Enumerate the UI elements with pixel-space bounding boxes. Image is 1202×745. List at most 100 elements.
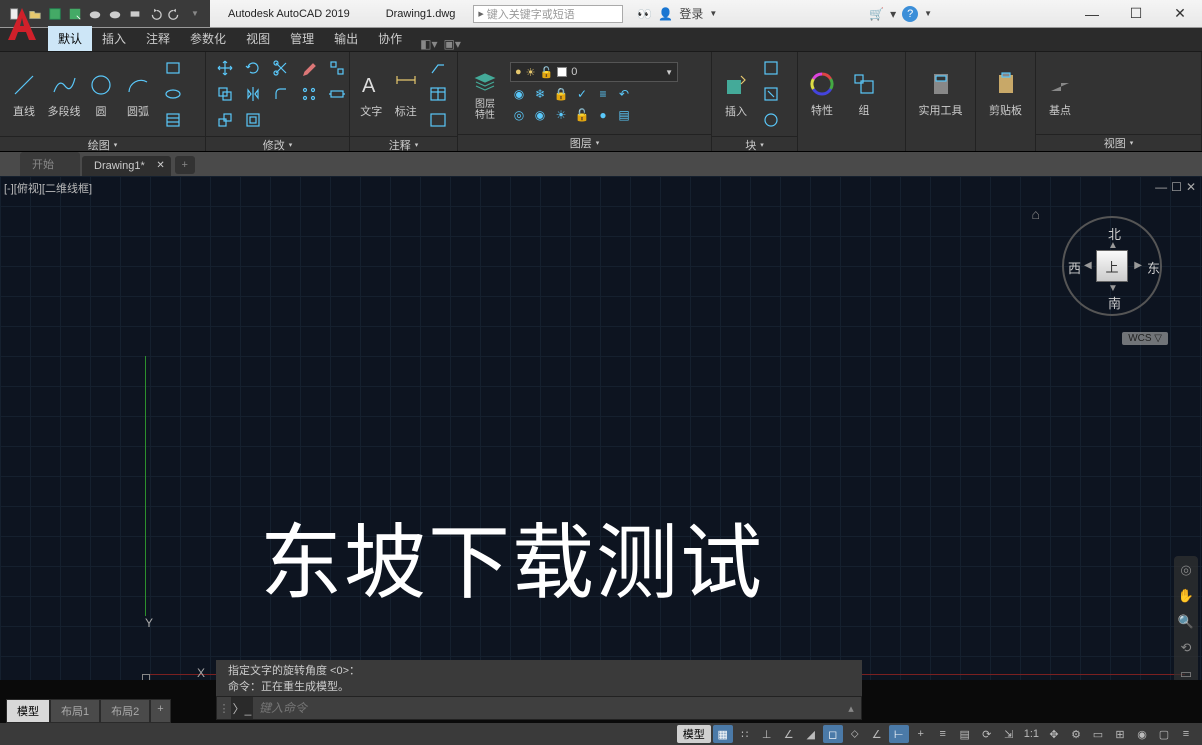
ellipse-icon[interactable] <box>160 82 186 106</box>
offset-icon[interactable] <box>240 108 266 132</box>
status-annoscale-icon[interactable]: ⇲ <box>999 725 1019 743</box>
ribbon-tab-collab[interactable]: 协作 <box>368 26 412 51</box>
fillet-icon[interactable] <box>268 82 294 106</box>
panel-annotate-title[interactable]: 注释 <box>350 136 457 153</box>
insert-block-button[interactable]: 插入 <box>718 57 754 131</box>
trim-icon[interactable] <box>268 56 294 80</box>
close-tab-icon[interactable]: ✕ <box>156 160 164 171</box>
tab-add-layout[interactable]: + <box>150 699 170 723</box>
nav-orbit-icon[interactable]: ⟲ <box>1176 638 1196 658</box>
nav-zoom-icon[interactable]: 🔍 <box>1176 612 1196 632</box>
rectangle-icon[interactable] <box>160 56 186 80</box>
command-input[interactable] <box>253 701 841 715</box>
status-polar-icon[interactable]: ∠ <box>779 725 799 743</box>
file-tab-drawing1[interactable]: Drawing1*✕ <box>82 156 171 176</box>
vp-close-icon[interactable]: ✕ <box>1186 180 1196 194</box>
layer-isolate-icon[interactable]: ◎ <box>510 106 528 124</box>
qat-saveas-icon[interactable] <box>66 5 84 23</box>
layer-props-button[interactable]: 图层 特性 <box>464 56 506 130</box>
viewport-label[interactable]: [-][俯视][二维线框] <box>4 180 92 196</box>
arc-button[interactable]: 圆弧 <box>120 57 156 131</box>
layer-match-icon[interactable]: ≡ <box>594 85 612 103</box>
status-cycling-icon[interactable]: ⟳ <box>977 725 997 743</box>
layer-unlock-icon[interactable]: 🔓 <box>573 106 591 124</box>
status-transparency-icon[interactable]: ▤ <box>955 725 975 743</box>
layer-make-current-icon[interactable]: ✓ <box>573 85 591 103</box>
layer-lock-icon[interactable]: 🔒 <box>552 85 570 103</box>
create-block-icon[interactable] <box>758 56 784 80</box>
login-button[interactable]: 登录 <box>679 5 703 22</box>
cmd-drag-handle[interactable]: ⋮ <box>217 702 231 715</box>
nav-wheel-icon[interactable]: ◎ <box>1176 560 1196 580</box>
binoculars-icon[interactable]: 👀 <box>637 7 652 21</box>
properties-button[interactable]: 特性 <box>804 56 840 130</box>
user-icon[interactable]: 👤 <box>658 7 673 21</box>
explode-icon[interactable] <box>324 56 350 80</box>
panel-view-title[interactable]: 视图 <box>1036 134 1201 151</box>
vp-minimize-icon[interactable]: — <box>1155 180 1167 194</box>
qat-save-icon[interactable] <box>46 5 64 23</box>
status-model-button[interactable]: 模型 <box>677 725 711 743</box>
panel-layers-title[interactable]: 图层 <box>458 134 711 151</box>
table-icon[interactable] <box>425 82 451 106</box>
file-tab-start[interactable]: 开始 <box>20 152 80 176</box>
attribute-icon[interactable] <box>758 108 784 132</box>
tab-model[interactable]: 模型 <box>6 699 50 723</box>
qat-plot-icon[interactable] <box>126 5 144 23</box>
drawing-canvas[interactable]: [-][俯视][二维线框] Y X 东坡下载测试 — ☐ ✕ ⌂ 上 北 南 东… <box>0 176 1202 680</box>
status-ortho-icon[interactable]: ⊥ <box>757 725 777 743</box>
stretch-icon[interactable] <box>324 82 350 106</box>
minimize-button[interactable]: — <box>1070 0 1114 27</box>
qat-dropdown-icon[interactable]: ▼ <box>186 5 204 23</box>
cloud-icon[interactable] <box>425 108 451 132</box>
scale-icon[interactable] <box>212 108 238 132</box>
ribbon-tab-output[interactable]: 输出 <box>324 26 368 51</box>
app-store-icon[interactable]: ▾ <box>890 7 896 21</box>
wcs-label[interactable]: WCS ▽ <box>1122 332 1168 345</box>
status-isodraft-icon[interactable]: ◢ <box>801 725 821 743</box>
layer-previous-icon[interactable]: ↶ <box>615 85 633 103</box>
cmd-prompt-icon[interactable]: 〉_ <box>231 697 253 719</box>
layer-thaw-icon[interactable]: ☀ <box>552 106 570 124</box>
status-dynucs-icon[interactable]: ⊢ <box>889 725 909 743</box>
qat-cloud-save-icon[interactable] <box>106 5 124 23</box>
status-snap-icon[interactable]: ∷ <box>735 725 755 743</box>
circle-button[interactable]: 圆 <box>86 57 116 131</box>
panel-draw-title[interactable]: 绘图 <box>0 136 205 153</box>
status-annotation-icon[interactable]: ✥ <box>1044 725 1064 743</box>
layer-on-icon[interactable]: ● <box>594 106 612 124</box>
hatch-icon[interactable] <box>160 108 186 132</box>
polyline-button[interactable]: 多段线 <box>46 57 82 131</box>
rotate-icon[interactable] <box>240 56 266 80</box>
dim-button[interactable]: 标注 <box>391 57 422 131</box>
clipboard-button[interactable]: 剪贴板 <box>982 56 1029 130</box>
viewcube-face-top[interactable]: 上 <box>1096 250 1128 282</box>
status-lineweight-icon[interactable]: ≡ <box>933 725 953 743</box>
qat-undo-icon[interactable] <box>146 5 164 23</box>
ribbon-tab-parametric[interactable]: 参数化 <box>180 26 236 51</box>
canvas-text-object[interactable]: 东坡下载测试 <box>260 496 764 615</box>
layer-freeze-icon[interactable]: ❄ <box>531 85 549 103</box>
erase-icon[interactable] <box>296 56 322 80</box>
line-button[interactable]: 直线 <box>6 57 42 131</box>
move-icon[interactable] <box>212 56 238 80</box>
mirror-icon[interactable] <box>240 82 266 106</box>
leader-icon[interactable] <box>425 56 451 80</box>
login-dropdown-icon[interactable]: ▼ <box>709 9 717 18</box>
ribbon-tab-default[interactable]: 默认 <box>48 26 92 51</box>
cube-arrow-w[interactable]: ◀ <box>1084 260 1092 271</box>
exchange-icon[interactable]: 🛒 <box>869 7 884 21</box>
status-isolate-icon[interactable]: ◉ <box>1132 725 1152 743</box>
text-button[interactable]: A文字 <box>356 57 387 131</box>
tab-layout2[interactable]: 布局2 <box>100 699 150 723</box>
panel-blocks-title[interactable]: 块 <box>712 136 797 153</box>
layer-off-icon[interactable]: ◉ <box>510 85 528 103</box>
ribbon-tab-view[interactable]: 视图 <box>236 26 280 51</box>
viewcube[interactable]: 上 北 南 东 西 ▲ ▼ ▶ ◀ <box>1052 206 1172 326</box>
layer-combo[interactable]: ● ☀ 🔓 0 ▼ <box>510 62 678 82</box>
status-osnap-icon[interactable]: ◻ <box>823 725 843 743</box>
base-view-button[interactable]: 基点 <box>1042 56 1078 130</box>
viewcube-home-icon[interactable]: ⌂ <box>1032 206 1040 222</box>
cube-arrow-s[interactable]: ▼ <box>1108 283 1118 294</box>
compass-west[interactable]: 西 <box>1068 258 1081 277</box>
